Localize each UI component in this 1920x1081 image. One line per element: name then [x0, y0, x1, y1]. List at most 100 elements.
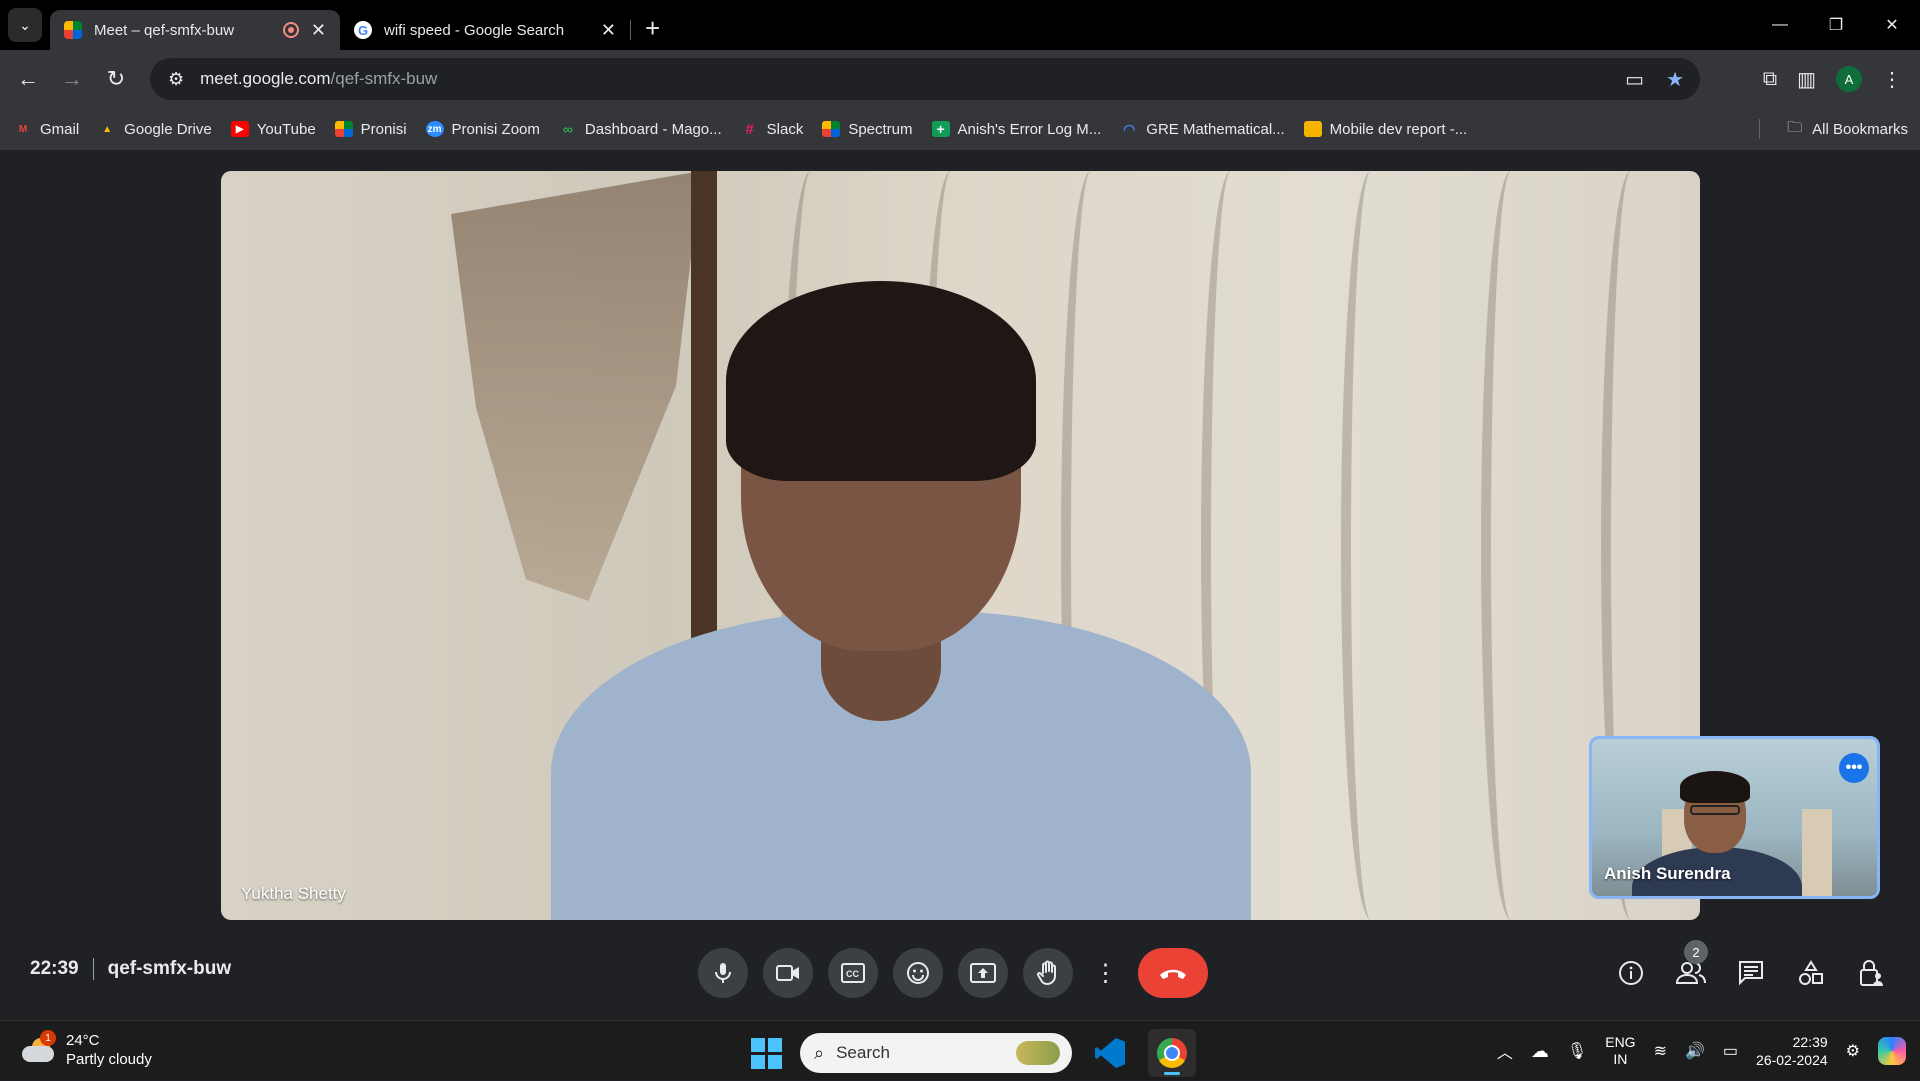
bookmark-label: Spectrum	[848, 120, 913, 138]
close-tab-icon[interactable]: ✕	[311, 20, 326, 41]
present-icon	[970, 963, 996, 983]
self-view-tile[interactable]: Anish Surendra •••	[1589, 736, 1880, 899]
curtain-decoration	[1341, 171, 1401, 920]
meeting-side-controls: 2	[1612, 940, 1890, 998]
bookmarks-divider	[1759, 119, 1760, 139]
gmail-icon: M	[18, 123, 28, 135]
bookmark-slack[interactable]: # Slack	[741, 120, 804, 138]
menu-kebab-icon[interactable]: ⋮	[1882, 67, 1902, 92]
side-panel-icon[interactable]: ▥	[1797, 67, 1816, 92]
bookmark-youtube[interactable]: ▶ YouTube	[230, 121, 316, 138]
bookmark-pronisi[interactable]: Pronisi	[334, 121, 407, 138]
svg-text:CC: CC	[846, 969, 859, 979]
tab-search-button[interactable]: ⌄	[8, 8, 42, 42]
weather-widget[interactable]: 1 24°C Partly cloudy	[22, 1030, 152, 1069]
new-tab-button[interactable]: +	[645, 13, 660, 44]
system-clock[interactable]: 22:39 26-02-2024	[1756, 1033, 1828, 1069]
forward-button[interactable]: →	[50, 57, 94, 101]
activities-button[interactable]	[1792, 948, 1830, 998]
present-screen-button[interactable]	[958, 948, 1008, 998]
region-code: IN	[1613, 1051, 1628, 1067]
bookmark-gre[interactable]: ◠ GRE Mathematical...	[1120, 121, 1285, 138]
battery-icon[interactable]: ▭	[1723, 1041, 1738, 1061]
main-participant-name: Yuktha Shetty	[241, 884, 346, 903]
reload-button[interactable]: ↻	[94, 57, 138, 101]
bookmark-spectrum[interactable]: Spectrum	[822, 120, 913, 138]
leave-call-button[interactable]	[1138, 948, 1208, 998]
end-call-icon	[1160, 969, 1186, 979]
copilot-icon[interactable]	[1878, 1037, 1906, 1065]
extensions-icon[interactable]: ⧉	[1763, 68, 1777, 91]
raise-hand-button[interactable]	[1023, 948, 1073, 998]
all-bookmarks-button[interactable]: 🗀 All Bookmarks	[1787, 108, 1908, 150]
bookmark-star-icon[interactable]: ★	[1666, 67, 1684, 92]
meeting-details-button[interactable]	[1612, 948, 1650, 998]
restore-icon[interactable]: ❐	[1808, 0, 1864, 50]
vscode-icon	[1095, 1038, 1125, 1068]
language-code: ENG	[1605, 1034, 1636, 1050]
windows-taskbar: 1 24°C Partly cloudy ⌕ Search ︿ ☁ 🎙 ENG …	[0, 1020, 1920, 1080]
toolbar-actions: ⧉ ▥ A ⋮	[1763, 50, 1920, 108]
bookmark-label: Slack	[766, 120, 804, 138]
bookmark-label: Google Drive	[124, 120, 212, 138]
system-tray: ︿ ☁ 🎙 ENG IN ≋ 🔊 ▭ 22:39 26-02-2024 ⚙	[1497, 1021, 1906, 1081]
back-button[interactable]: ←	[6, 57, 50, 101]
host-controls-button[interactable]	[1852, 948, 1890, 998]
camera-in-use-icon[interactable]: ▭	[1625, 67, 1644, 92]
bookmark-error-log[interactable]: + Anish's Error Log M...	[931, 121, 1101, 138]
meeting-info: 22:39 qef-smfx-buw	[30, 958, 231, 980]
tab-wifi-speed[interactable]: G wifi speed - Google Search ✕	[340, 10, 630, 50]
browser-toolbar: ← → ↻ ⚙ meet.google.com/qef-smfx-buw ▭ ★…	[0, 50, 1920, 108]
bookmark-label: Pronisi Zoom	[451, 120, 540, 138]
onedrive-cloud-icon[interactable]: ☁	[1531, 1041, 1549, 1062]
meet-favicon-icon	[64, 21, 82, 39]
main-participant-video[interactable]: Yuktha Shetty	[221, 171, 1700, 920]
microphone-in-use-icon[interactable]: 🎙	[1567, 1041, 1587, 1061]
activities-icon	[1799, 960, 1823, 985]
recording-indicator-icon	[282, 22, 299, 38]
minimize-icon[interactable]: —	[1752, 0, 1808, 50]
site-info-icon[interactable]: ⚙	[168, 69, 184, 90]
vscode-taskbar-app[interactable]	[1086, 1029, 1134, 1077]
call-controls: CC ⋮	[698, 948, 1208, 998]
meet-controls-bar: 22:39 qef-smfx-buw CC ⋮ 2	[0, 920, 1920, 1020]
meet-icon	[334, 121, 353, 137]
reactions-button[interactable]	[893, 948, 943, 998]
windows-start-icon[interactable]	[746, 1033, 786, 1073]
bookmark-mobile-dev[interactable]: Mobile dev report -...	[1303, 121, 1467, 138]
more-options-button[interactable]: ⋮	[1088, 948, 1123, 998]
tab-meet[interactable]: Meet – qef-smfx-buw ✕	[50, 10, 340, 50]
all-bookmarks-label: All Bookmarks	[1812, 120, 1908, 138]
show-hidden-icons-icon[interactable]: ︿	[1497, 1039, 1513, 1063]
bookmark-pronisi-zoom[interactable]: zm Pronisi Zoom	[425, 120, 540, 138]
input-language[interactable]: ENG IN	[1605, 1034, 1635, 1068]
camera-button[interactable]	[763, 948, 813, 998]
browser-titlebar: ⌄ Meet – qef-smfx-buw ✕ G wifi speed - G…	[0, 0, 1920, 50]
meet-icon	[822, 121, 841, 137]
curtain-decoration	[1481, 171, 1541, 920]
address-bar[interactable]: ⚙ meet.google.com/qef-smfx-buw ▭ ★	[150, 58, 1700, 100]
chat-button[interactable]	[1732, 948, 1770, 998]
volume-icon[interactable]: 🔊	[1685, 1041, 1705, 1061]
tab-title: Meet – qef-smfx-buw	[94, 21, 235, 39]
captions-button[interactable]: CC	[828, 948, 878, 998]
wifi-icon[interactable]: ≋	[1654, 1041, 1667, 1061]
microphone-button[interactable]	[698, 948, 748, 998]
people-icon	[1676, 962, 1706, 984]
people-button[interactable]: 2	[1672, 940, 1710, 998]
bookmark-google-drive[interactable]: ▲ Google Drive	[98, 121, 212, 138]
partly-cloudy-icon: 1	[22, 1030, 58, 1064]
close-window-icon[interactable]: ✕	[1864, 0, 1920, 50]
tab-divider	[630, 20, 631, 40]
bookmark-gmail[interactable]: M Gmail	[14, 121, 79, 138]
sheets-icon: +	[931, 121, 950, 137]
tile-more-options-icon[interactable]: •••	[1839, 753, 1869, 783]
taskbar-search[interactable]: ⌕ Search	[800, 1033, 1072, 1073]
close-tab-icon[interactable]: ✕	[601, 20, 616, 41]
chrome-taskbar-app[interactable]	[1148, 1029, 1196, 1077]
notifications-icon[interactable]: ⚙	[1846, 1041, 1860, 1061]
profile-avatar[interactable]: A	[1836, 66, 1862, 92]
participant-hair	[726, 281, 1036, 481]
bookmark-dashboard[interactable]: ∞ Dashboard - Mago...	[559, 121, 722, 138]
bookmark-label: Gmail	[40, 120, 80, 138]
